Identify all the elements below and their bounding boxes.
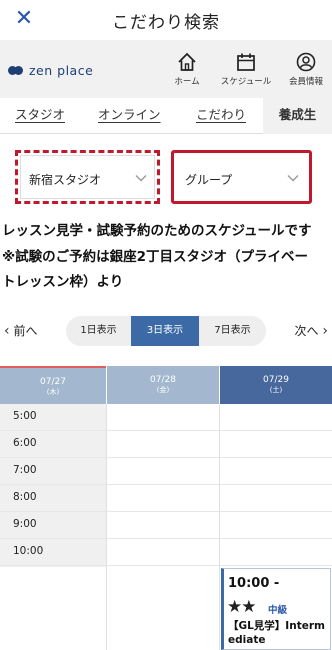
nav-member[interactable]: 会員情報 — [284, 52, 328, 92]
tab-trainee[interactable]: 養成生 — [263, 98, 332, 134]
brand-name: zen place — [29, 62, 94, 78]
day-header: 07/27 (木) — [0, 366, 106, 404]
date-pager: ‹ 前へ 1日表示 3日表示 7日表示 次へ › — [0, 316, 332, 346]
home-icon — [178, 52, 196, 71]
tab-online[interactable]: オンライン — [98, 98, 161, 134]
search-tabs: スタジオ オンライン こだわり 養成生 — [0, 98, 332, 134]
schedule-notice: レッスン見学・試験予約のためのスケジュールです ※試験のご予約は銀座2丁目スタジ… — [2, 219, 330, 296]
user-icon — [296, 52, 316, 72]
logo-mark-icon — [8, 65, 23, 75]
event-name: 【GL見学】Intermediate — [228, 620, 325, 646]
nav-member-label: 会員情報 — [288, 77, 323, 87]
next-button[interactable]: 次へ › — [295, 322, 328, 339]
nav-home[interactable]: ホーム — [170, 52, 204, 92]
view-3day-button[interactable]: 3日表示 — [131, 316, 199, 346]
difficulty-stars-icon: ★★ — [227, 597, 257, 617]
chevron-down-icon — [135, 175, 147, 182]
brand-logo[interactable]: zen place — [8, 62, 93, 78]
day-header: 07/29 (土) — [220, 366, 332, 404]
chevron-left-icon: ‹ — [4, 323, 10, 339]
time-slot: 8:00 — [0, 485, 332, 512]
time-slot: 6:00 — [0, 431, 332, 458]
studio-select[interactable]: 新宿スタジオ — [15, 150, 160, 204]
group-select-value: グループ — [185, 173, 233, 187]
tab-kodawari[interactable]: こだわり — [196, 98, 246, 134]
lesson-event-card[interactable]: 10:00 - ★★ 中級 【GL見学】Intermediate — [221, 568, 331, 650]
notice-line: ※試験のご予約は銀座2丁目スタジオ（プライベー — [2, 248, 309, 265]
time-slot: 10:00 — [0, 539, 332, 566]
tab-studio[interactable]: スタジオ — [15, 98, 65, 134]
app-header: zen place ホーム スケジュール 会員情報 — [0, 40, 332, 98]
notice-line: トレッスン枠）より — [2, 274, 124, 290]
group-select[interactable]: グループ — [171, 150, 312, 204]
studio-select-value: 新宿スタジオ — [29, 173, 102, 187]
prev-button[interactable]: ‹ 前へ — [4, 322, 37, 339]
chevron-down-icon — [287, 175, 299, 182]
time-slot: 9:00 — [0, 512, 332, 539]
page-title: こだわり検索 — [112, 13, 220, 33]
chevron-right-icon: › — [322, 323, 328, 339]
nav-schedule[interactable]: スケジュール — [217, 52, 275, 92]
time-slot: 7:00 — [0, 458, 332, 485]
time-slot: 5:00 — [0, 404, 332, 431]
nav-schedule-label: スケジュール — [220, 77, 272, 87]
modal-header: ✕ こだわり検索 — [0, 0, 332, 40]
view-1day-button[interactable]: 1日表示 — [66, 316, 131, 346]
day-header: 07/28 (金) — [107, 366, 219, 404]
view-toggle: 1日表示 3日表示 7日表示 — [66, 316, 266, 346]
event-time: 10:00 - — [228, 576, 280, 591]
nav-home-label: ホーム — [174, 77, 200, 87]
event-level: 中級 — [268, 605, 288, 616]
calendar-icon — [237, 53, 255, 71]
notice-line: レッスン見学・試験予約のためのスケジュールです — [2, 223, 312, 239]
view-7day-button[interactable]: 7日表示 — [199, 316, 266, 346]
